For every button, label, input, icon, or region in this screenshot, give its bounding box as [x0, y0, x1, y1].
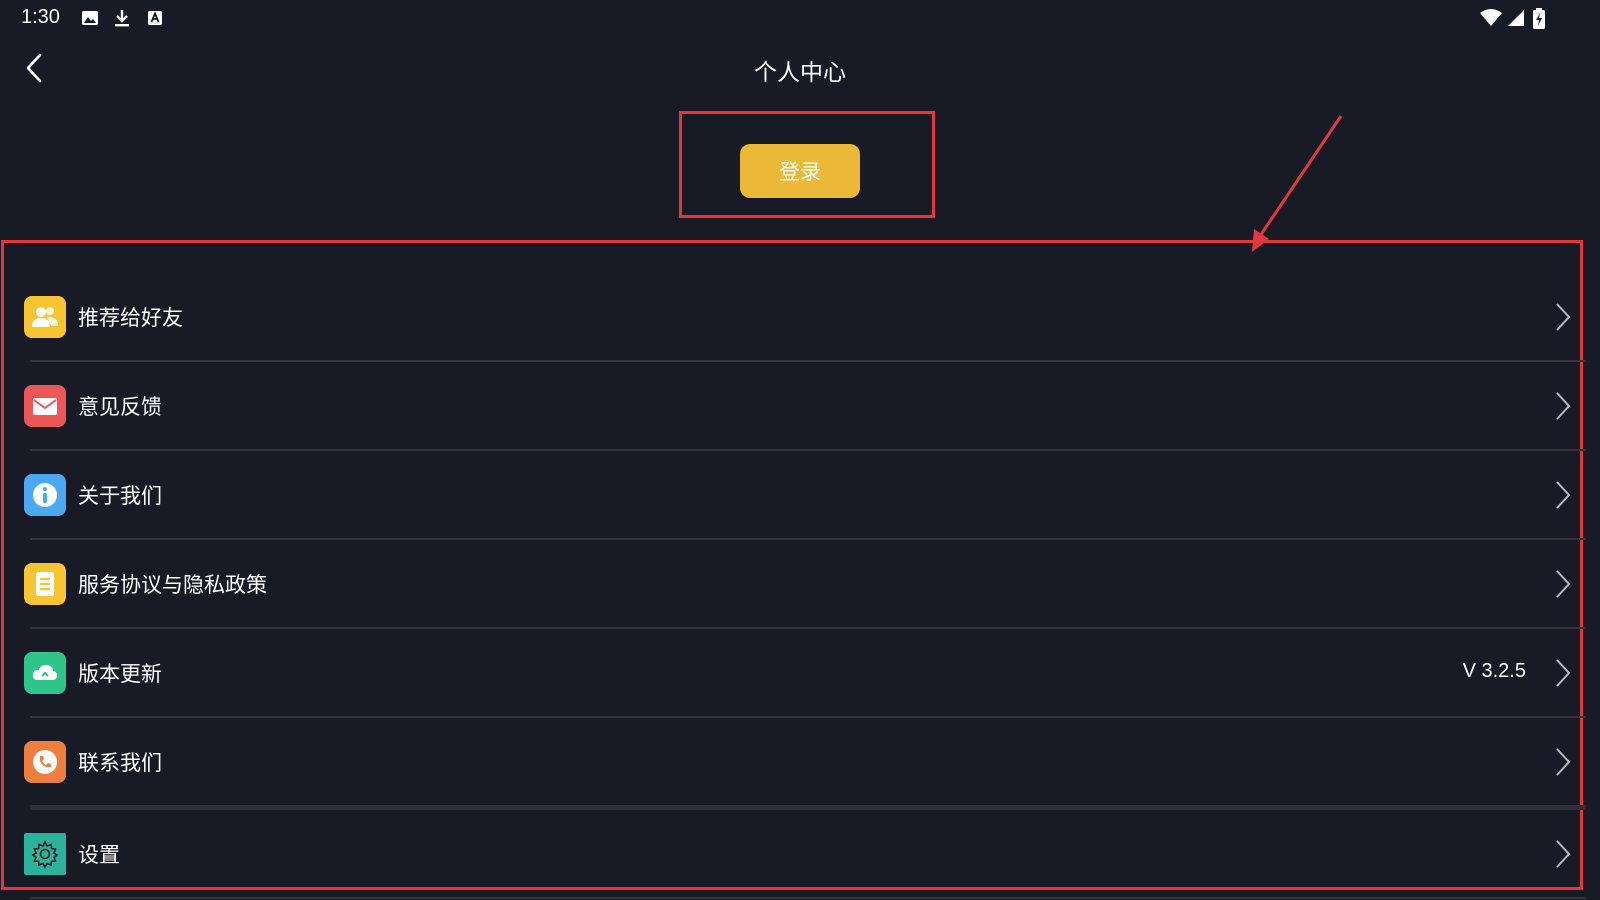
chevron-right-icon: [1554, 838, 1572, 870]
menu-item-agreement[interactable]: 服务协议与隐私政策: [24, 540, 1584, 628]
chevron-right-icon: [1554, 568, 1572, 600]
image-icon: [80, 8, 100, 32]
menu-item-about[interactable]: 关于我们: [24, 451, 1584, 539]
status-bar: 1:30: [0, 0, 1600, 36]
menu-item-label: 服务协议与隐私政策: [78, 573, 267, 597]
menu-item-label: 意见反馈: [78, 395, 162, 419]
version-value: V 3.2.5: [1462, 660, 1526, 682]
menu-item-label: 推荐给好友: [78, 306, 183, 330]
menu-item-label: 版本更新: [78, 662, 162, 686]
mail-icon: [24, 385, 66, 427]
share-friends-icon: [24, 296, 66, 338]
document-icon: [24, 563, 66, 605]
menu-item-settings[interactable]: 设置: [24, 810, 1584, 898]
keyboard-icon: [145, 8, 165, 32]
page-title: 个人中心: [754, 60, 846, 86]
gear-icon: [24, 833, 66, 875]
personal-center-screen: 1:30 个人中心 登录 推荐给好友 意见反馈 关于我们 服务协议与隐私政策 版…: [0, 0, 1600, 900]
menu-item-label: 关于我们: [78, 484, 162, 508]
chevron-right-icon: [1554, 301, 1572, 333]
signal-icon: [1506, 8, 1526, 32]
divider: [30, 897, 1586, 899]
chevron-right-icon: [1554, 746, 1572, 778]
menu-item-label: 联系我们: [78, 751, 162, 775]
wifi-icon: [1479, 8, 1503, 32]
menu-item-version-update[interactable]: 版本更新 V 3.2.5: [24, 629, 1584, 717]
cloud-icon: [24, 652, 66, 694]
chevron-right-icon: [1554, 479, 1572, 511]
phone-icon: [24, 741, 66, 783]
download-icon: [112, 8, 132, 32]
chevron-right-icon: [1554, 390, 1572, 422]
info-icon: [24, 474, 66, 516]
menu-item-feedback[interactable]: 意见反馈: [24, 362, 1584, 450]
menu-item-contact[interactable]: 联系我们: [24, 718, 1584, 806]
chevron-right-icon: [1554, 657, 1572, 689]
menu-item-recommend[interactable]: 推荐给好友: [24, 273, 1584, 361]
status-time: 1:30: [21, 6, 60, 28]
login-button[interactable]: 登录: [740, 144, 860, 198]
battery-charging-icon: [1532, 8, 1546, 34]
menu-item-label: 设置: [78, 843, 120, 867]
